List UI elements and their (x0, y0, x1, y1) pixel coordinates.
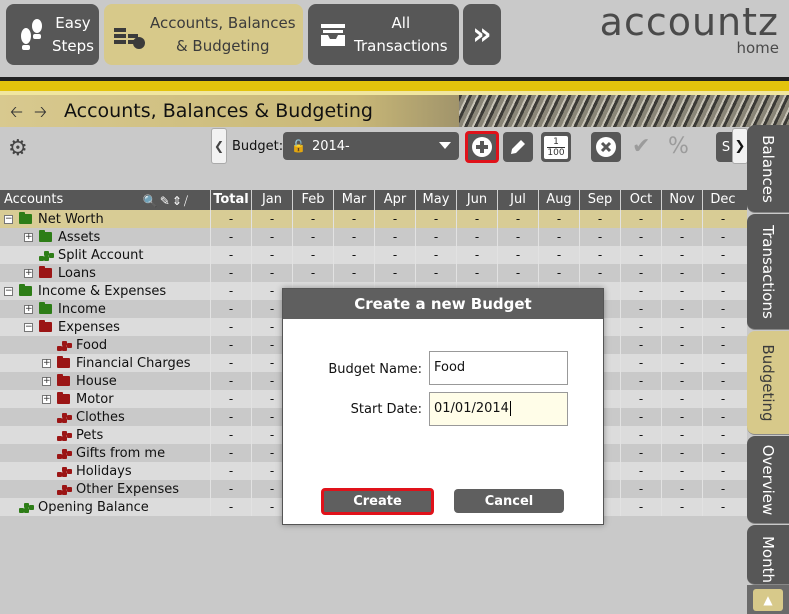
close-circle-icon (596, 137, 616, 157)
chevron-right-icon: ❯ (734, 138, 746, 154)
nav-acc-label-1: Accounts, Balances (150, 13, 296, 32)
budget-label: Budget: (232, 139, 284, 154)
collapse-icon[interactable]: ⧸ (184, 194, 190, 208)
fraction-bottom: 100 (547, 147, 565, 158)
tab-balances-label: Balances (759, 134, 777, 203)
nav-more-button[interactable]: » (463, 4, 501, 65)
nav-all-label-1: All (391, 13, 411, 32)
dialog-title: Create a new Budget (283, 289, 603, 319)
page-title: Accounts, Balances & Budgeting (64, 100, 373, 122)
tab-transactions-label: Transactions (759, 224, 777, 319)
sort-icon[interactable]: ⇕ (172, 194, 184, 208)
column-header-jan: Jan (251, 190, 292, 210)
nav-all-transactions[interactable]: All Transactions (308, 4, 459, 65)
tab-overview-label: Overview (759, 444, 777, 515)
column-header-jun: Jun (456, 190, 497, 210)
page-title-bar: 🡠 🡢 Accounts, Balances & Budgeting (0, 95, 789, 127)
lock-icon: 🔓 (291, 139, 306, 153)
check-icon[interactable]: ✔ (632, 134, 650, 159)
search-icon[interactable]: 🔍 (143, 194, 160, 208)
nav-easy-steps[interactable]: Easy Steps (6, 4, 99, 65)
add-budget-button[interactable] (465, 131, 499, 163)
nav-easy-label-2: Steps (52, 36, 94, 55)
tab-budgeting-label: Budgeting (759, 343, 777, 422)
chevron-left-icon: ❮ (213, 139, 225, 153)
toolbar-scroll-right[interactable]: ❯ (732, 128, 748, 164)
column-header-apr: Apr (374, 190, 415, 210)
percent-button[interactable]: % (668, 134, 689, 159)
fraction-icon: 1 100 (544, 135, 568, 159)
nav-all-label-2: Transactions (354, 36, 448, 55)
delete-budget-button[interactable] (591, 132, 621, 162)
column-header-total: Total (210, 190, 251, 210)
header-stripe (0, 77, 789, 91)
footsteps-icon (14, 15, 48, 55)
column-header-aug: Aug (538, 190, 579, 210)
budget-name-input[interactable]: Food (429, 351, 568, 385)
accounts-column-header: Accounts 🔍✎⇕⧸ (0, 190, 210, 210)
inbox-tray-icon (316, 15, 350, 55)
pencil-icon (511, 140, 525, 154)
back-arrow-icon[interactable]: 🡠 (10, 101, 23, 127)
column-header-feb: Feb (292, 190, 333, 210)
tab-transactions[interactable]: Transactions (747, 214, 789, 330)
nav-easy-label-1: Easy (55, 13, 91, 32)
month-headers: Total Jan Feb Mar Apr May Jun Jul Aug Sep Oct Nov De… (210, 190, 743, 210)
caret-down-icon (439, 142, 451, 149)
triangle-up-icon: ▲ (753, 588, 783, 611)
nav-acc-label-2: & Budgeting (175, 36, 270, 55)
nav-accounts-balances-budgeting[interactable]: Accounts, Balances & Budgeting (104, 4, 303, 65)
gear-icon[interactable]: ⚙ (8, 136, 28, 161)
column-header-sep: Sep (579, 190, 620, 210)
fraction-top: 1 (547, 137, 565, 148)
plus-circle-icon (472, 137, 492, 157)
tab-balances[interactable]: Balances (747, 125, 789, 213)
brand-logo: accountz (599, 0, 779, 44)
coins-stack-icon (112, 15, 146, 55)
budget-select-value: 2014- (311, 138, 350, 154)
start-date-input[interactable]: 01/01/2014 (429, 392, 568, 426)
double-chevron-right-icon: » (472, 17, 492, 52)
title-bar-decoration (459, 95, 789, 127)
text-cursor (509, 401, 511, 416)
cancel-button[interactable]: Cancel (454, 489, 564, 513)
tab-monthly[interactable]: Monthly (747, 525, 789, 585)
edit-budget-button[interactable] (503, 132, 533, 162)
toolbar-scroll-left[interactable]: ❮ (211, 128, 227, 164)
app-window: { "nav": { "easy_steps": "Easy\nSteps", … (0, 0, 789, 614)
pencil-icon[interactable]: ✎ (160, 194, 172, 208)
grid-header: Accounts 🔍✎⇕⧸ Total Jan Feb Mar Apr May Jun Jul… (0, 190, 747, 210)
fraction-button[interactable]: 1 100 (541, 132, 571, 162)
start-date-value: 01/01/2014 (434, 401, 509, 416)
column-header-dec: Dec (702, 190, 743, 210)
brand: accountz home (600, 0, 779, 56)
header-tools: 🔍✎⇕⧸ (143, 191, 190, 211)
tab-budgeting[interactable]: Budgeting (747, 331, 789, 435)
budget-name-label: Budget Name: (328, 362, 422, 377)
budget-select[interactable]: 🔓 2014- (283, 132, 459, 160)
side-tabs-scroll[interactable]: ▲ (747, 585, 789, 614)
column-header-nov: Nov (661, 190, 702, 210)
forward-arrow-icon[interactable]: 🡢 (34, 101, 47, 127)
tab-overview[interactable]: Overview (747, 436, 789, 524)
column-header-oct: Oct (620, 190, 661, 210)
tab-monthly-label: Monthly (759, 536, 777, 585)
start-date-label: Start Date: (350, 402, 422, 417)
column-header-may: May (415, 190, 456, 210)
accounts-header-label: Accounts (4, 192, 64, 207)
column-header-mar: Mar (333, 190, 374, 210)
column-header-jul: Jul (497, 190, 538, 210)
create-budget-dialog: Create a new Budget Budget Name: Food St… (282, 288, 604, 525)
create-button[interactable]: Create (321, 488, 434, 515)
